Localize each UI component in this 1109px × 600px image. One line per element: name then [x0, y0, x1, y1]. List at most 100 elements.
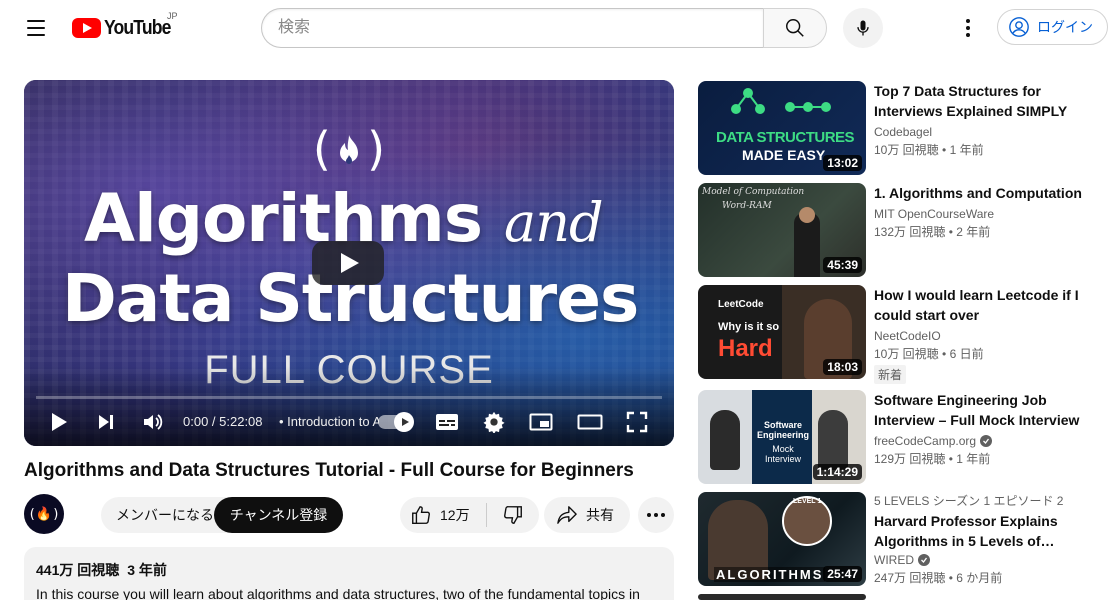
duration-badge: 13:02 — [823, 155, 862, 171]
duration-badge: 18:03 — [823, 359, 862, 375]
signin-label: ログイン — [1037, 19, 1093, 35]
play-button[interactable] — [46, 406, 72, 438]
microphone-icon — [857, 20, 869, 36]
search-input[interactable] — [261, 8, 764, 48]
progress-bar[interactable] — [36, 396, 662, 399]
settings-menu-icon[interactable] — [954, 16, 982, 40]
volume-button[interactable] — [140, 406, 166, 438]
large-play-button[interactable] — [312, 241, 384, 285]
time-display: 0:00 / 5:22:08 — [183, 414, 263, 429]
like-dislike-group: 12万 — [400, 497, 539, 533]
subscribe-button[interactable]: チャンネル登録 — [214, 497, 343, 533]
thumb-caption: ALGORITHMS — [714, 567, 826, 582]
fullscreen-button[interactable] — [624, 406, 650, 438]
search-bar — [261, 8, 827, 48]
signin-button[interactable]: ログイン — [997, 9, 1108, 45]
related-title: Top 7 Data Structures for Interviews Exp… — [874, 83, 1068, 119]
youtube-play-icon — [72, 18, 101, 38]
channel-name: freeCodeCamp.org — [874, 434, 977, 448]
related-video[interactable]: Model of Computation Word-RAM 45:39 1. A… — [698, 183, 1098, 277]
channel-name: NeetCodeIO — [874, 329, 941, 343]
autoplay-toggle[interactable] — [378, 412, 414, 432]
logo-text: YouTube — [104, 16, 171, 39]
age: 1 年前 — [949, 143, 984, 157]
menu-icon[interactable] — [20, 14, 52, 42]
related-video[interactable]: LEVEL 1 ALGORITHMS 25:47 5 LEVELS シーズン 1… — [698, 492, 1098, 586]
person-figure — [710, 410, 740, 470]
settings-button[interactable] — [481, 406, 507, 438]
description-text: In this course you will learn about algo… — [36, 586, 640, 600]
related-thumbnail: LeetCode Why is it so Hard 18:03 — [698, 285, 866, 379]
related-info: 1. Algorithms and Computation MIT OpenCo… — [874, 183, 1098, 240]
views: 132万 回視聴 — [874, 225, 946, 239]
views: 10万 回視聴 — [874, 347, 939, 361]
related-thumbnail: Model of Computation Word-RAM 45:39 — [698, 183, 866, 277]
related-video[interactable]: Software Engineering Mock Interview 1:14… — [698, 390, 1098, 484]
duration-badge: 1:14:29 — [812, 464, 862, 480]
age: 2 年前 — [956, 225, 991, 239]
freecodecamp-avatar-icon: (🔥) — [28, 506, 60, 522]
verified-icon — [918, 554, 930, 566]
description-box[interactable]: 441万 回視聴 3 年前 In this course you will lea… — [24, 547, 674, 600]
related-thumbnail: Software Engineering Mock Interview 1:14… — [698, 390, 866, 484]
autoplay-knob-icon — [394, 412, 414, 432]
age: 6 日前 — [949, 347, 984, 361]
related-thumbnail: DATA STRUCTURES MADE EASY 13:02 — [698, 81, 866, 175]
chapter-title[interactable]: • Introduction to A — [279, 414, 379, 429]
related-info: Top 7 Data Structures for Interviews Exp… — [874, 81, 1098, 158]
like-count: 12万 — [440, 507, 470, 523]
share-button[interactable]: 共有 — [544, 497, 630, 533]
dislike-button[interactable] — [487, 497, 539, 533]
related-video[interactable]: LeetCode Why is it so Hard 18:03 How I w… — [698, 285, 1098, 384]
related-video-partial[interactable] — [698, 594, 1098, 600]
related-info: How I would learn Leetcode if I could st… — [874, 285, 1098, 384]
related-video[interactable]: DATA STRUCTURES MADE EASY 13:02 Top 7 Da… — [698, 81, 1098, 175]
theater-icon — [577, 414, 603, 430]
thumb-caption: Why is it so — [718, 321, 780, 333]
member-label: メンバーになる — [116, 507, 214, 523]
related-title: How I would learn Leetcode if I could st… — [874, 287, 1079, 323]
subtitles-button[interactable] — [434, 406, 460, 438]
related-meta: 10万 回視聴 • 1 年前 — [874, 143, 984, 157]
series-kicker: 5 LEVELS シーズン 1 エピソード 2 — [874, 494, 1064, 508]
age: 6 か月前 — [956, 571, 1003, 585]
channel-avatar[interactable]: (🔥) — [24, 494, 64, 534]
thumb-caption: LeetCode — [718, 299, 764, 310]
youtube-logo[interactable]: YouTube — [72, 16, 180, 40]
related-channel: Codebagel — [874, 125, 1098, 139]
age: 1 年前 — [956, 452, 991, 466]
search-icon — [786, 19, 804, 37]
related-thumbnail — [698, 594, 866, 600]
video-player[interactable]: () Algorithms and Data Structures FULL C… — [24, 80, 674, 446]
views: 10万 回視聴 — [874, 143, 939, 157]
thumb-caption: LEVEL 1 — [793, 498, 822, 505]
new-badge: 新着 — [874, 365, 907, 384]
miniplayer-button[interactable] — [528, 406, 554, 438]
subscribe-label: チャンネル登録 — [229, 507, 328, 523]
search-button[interactable] — [763, 8, 827, 48]
related-meta: 10万 回視聴 • 6 日前 — [874, 347, 984, 361]
person-figure — [818, 410, 848, 470]
upload-age: 3 年前 — [127, 562, 167, 578]
masthead: YouTube JP ログイン — [0, 0, 1109, 56]
like-button[interactable]: 12万 — [400, 497, 486, 533]
next-button[interactable] — [94, 406, 118, 438]
thumb-caption: Mock Interview — [764, 444, 801, 464]
voice-search-button[interactable] — [843, 8, 883, 48]
related-channel: WIRED — [874, 553, 1098, 567]
channel-name: MIT OpenCourseWare — [874, 207, 995, 221]
thumbs-down-icon — [504, 506, 522, 524]
more-actions-icon[interactable] — [638, 497, 674, 533]
lecturer-head — [799, 207, 815, 223]
duration-badge: 45:39 — [823, 257, 862, 273]
theater-mode-button[interactable] — [576, 406, 604, 438]
thumb-caption: DATA STRUCTURES — [716, 129, 855, 146]
fullscreen-icon — [626, 411, 648, 433]
freecodecamp-logo: () — [307, 122, 391, 176]
description-meta: 441万 回視聴 3 年前 — [36, 560, 662, 580]
related-channel: NeetCodeIO — [874, 329, 1098, 343]
verified-icon — [980, 435, 993, 447]
play-icon — [52, 413, 67, 431]
related-title: Harvard Professor Explains Algorithms in… — [874, 513, 1058, 549]
volume-icon — [144, 414, 163, 430]
